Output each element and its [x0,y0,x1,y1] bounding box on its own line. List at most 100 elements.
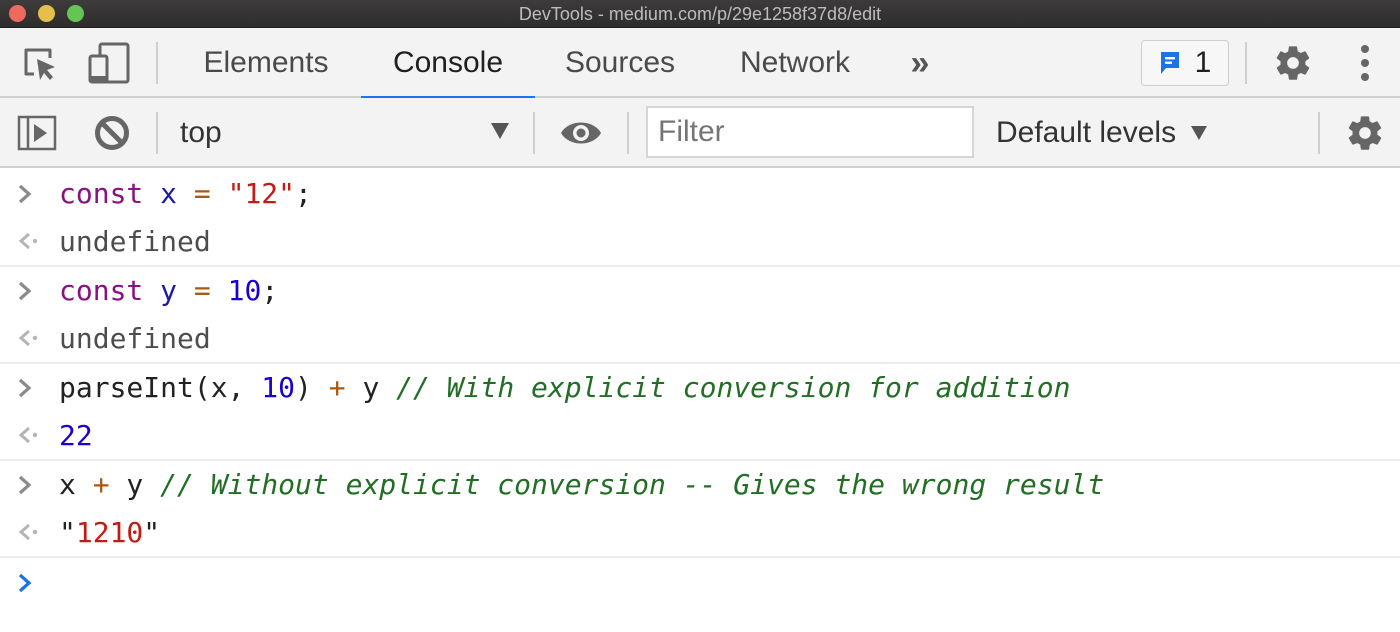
code-token: undefined [59,224,211,258]
console-input-line[interactable]: parseInt(x, 10) + y // With explicit con… [0,364,1400,412]
code-token: " [59,515,76,549]
code-text: parseInt(x, 10) + y // With explicit con… [59,371,1070,404]
code-token: 1210 [75,515,144,549]
code-token: + [92,468,110,502]
dropdown-arrow-icon [1191,126,1208,140]
toolbar-divider [1245,42,1247,84]
code-token: y [345,371,397,405]
code-token: y [160,274,178,308]
console-entry: x + y // Without explicit conversion -- … [0,461,1400,558]
code-token: const [59,274,144,308]
code-text: "1210" [59,516,160,549]
console-input-line[interactable]: x + y // Without explicit conversion -- … [0,461,1400,509]
code-token: undefined [59,321,211,355]
code-text: const y = 10; [59,274,278,307]
console-result-line: "1210" [0,509,1400,557]
code-token: = [193,177,211,211]
log-levels-label: Default levels [996,116,1177,149]
window-title: DevTools - medium.com/p/29e1258f37d8/edi… [518,4,882,24]
filter-input[interactable] [646,106,974,158]
console-entry: const x = "12"; undefined [0,170,1400,267]
code-text: undefined [59,322,211,355]
code-text: const x = "12"; [59,177,312,210]
device-toolbar-button[interactable] [88,42,130,86]
command-prompt-icon [18,475,32,494]
toolbar-divider [156,42,158,84]
code-token: x [59,468,93,502]
result-arrow-icon [18,233,38,250]
dropdown-arrow-icon [491,123,509,139]
eye-icon [561,122,601,144]
console-result-line: undefined [0,218,1400,266]
tab-sources[interactable]: Sources [545,28,695,98]
active-prompt-icon [18,573,32,593]
context-selector[interactable]: top [180,108,520,158]
toolbar-divider [156,112,158,154]
code-text: 22 [59,419,93,452]
code-token: x [160,177,178,211]
messages-count: 1 [1194,46,1212,79]
toolbar-divider [533,112,535,154]
kebab-menu-icon [1361,45,1369,81]
code-token: + [328,371,346,405]
code-token: const [59,177,144,211]
code-token: ; [261,274,279,308]
tab-elements[interactable]: Elements [180,28,352,98]
console-input-line[interactable]: const y = 10; [0,267,1400,315]
message-icon [1160,52,1179,74]
clear-console-icon [95,116,129,150]
tab-network[interactable]: Network [715,28,875,98]
code-token: = [193,274,211,308]
console-result-line: undefined [0,315,1400,363]
console-prompt-input[interactable] [0,558,1400,608]
inspect-element-icon [24,48,55,80]
more-options-button[interactable] [1350,42,1380,84]
messages-badge-button[interactable]: 1 [1141,40,1229,86]
code-token: ) [295,371,329,405]
code-token: "12" [227,177,296,211]
console-toolbar: top Default levels [0,98,1400,168]
code-token: 22 [59,418,93,452]
toolbar-divider [627,112,629,154]
console-entry: parseInt(x, 10) + y // With explicit con… [0,364,1400,461]
code-text: x + y // Without explicit conversion -- … [59,468,1104,501]
code-token: parseInt(x, [59,371,262,405]
log-levels-dropdown[interactable]: Default levels [996,108,1208,158]
tab-console[interactable]: Console [361,28,535,100]
console-entry: const y = 10; undefined [0,267,1400,364]
more-tabs-button[interactable]: » [898,28,942,98]
code-token: y [109,468,161,502]
result-arrow-icon [18,427,38,444]
result-arrow-icon [18,330,38,347]
context-value: top [180,116,222,149]
command-prompt-icon [18,281,32,300]
device-toolbar-icon [88,42,130,84]
sidebar-toggle-icon [17,115,57,151]
settings-button[interactable] [1272,42,1314,84]
toggle-sidebar-button[interactable] [16,113,58,153]
code-token: " [143,515,161,549]
live-expression-button[interactable] [558,113,604,153]
code-token: // Without explicit conversion -- Gives … [160,468,1105,502]
console-input-line[interactable]: const x = "12"; [0,170,1400,218]
window-titlebar: DevTools - medium.com/p/29e1258f37d8/edi… [0,0,1400,28]
command-prompt-icon [18,378,32,397]
inspect-element-button[interactable] [20,44,60,84]
code-token: // With explicit conversion for addition [396,371,1071,405]
code-token: 10 [261,371,296,405]
gear-icon [1276,46,1310,80]
toolbar-divider [1318,112,1320,154]
clear-console-button[interactable] [92,113,132,153]
result-arrow-icon [18,524,38,541]
code-token: 10 [227,274,262,308]
console-settings-button[interactable] [1344,112,1386,154]
gear-icon [1348,116,1382,150]
devtools-tabbar: Elements Console Sources Network » 1 [0,28,1400,100]
console-messages: const x = "12"; undefined const y = 10; und… [0,170,1400,608]
